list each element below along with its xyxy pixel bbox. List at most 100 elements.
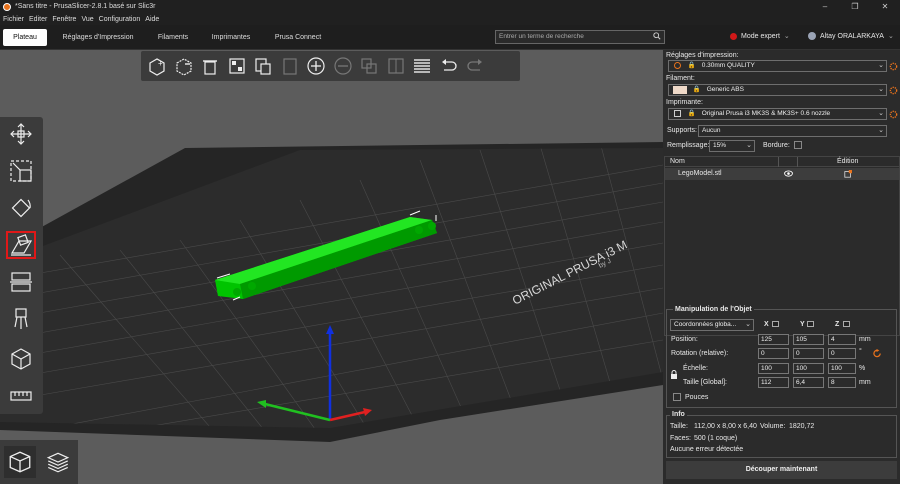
top-toolbar: +	[141, 51, 520, 81]
delete-all-button[interactable]	[199, 55, 221, 77]
menu-edit[interactable]: Editer	[29, 16, 47, 23]
minimize-button[interactable]: –	[810, 0, 840, 13]
menu-view[interactable]: Vue	[81, 16, 93, 23]
eye-icon[interactable]	[784, 170, 793, 177]
info-volume-label: Volume:	[760, 423, 786, 430]
info-facets-value: 500 (1 coque)	[694, 435, 738, 442]
preview-button[interactable]	[42, 446, 74, 478]
position-x-field[interactable]: 125	[758, 334, 789, 345]
menu-help[interactable]: Aide	[145, 16, 159, 23]
axis-z-label: Z	[835, 321, 840, 328]
gear-icon[interactable]	[889, 62, 898, 71]
scale-x-field[interactable]: 100	[758, 363, 789, 374]
seam-painting-tool-button[interactable]	[6, 345, 36, 373]
search-input[interactable]: Entrer un terme de recherche	[495, 30, 665, 44]
menu-window[interactable]: Fenêtre	[52, 16, 76, 23]
undo-button[interactable]	[438, 55, 460, 77]
axis-x-label: X	[764, 321, 769, 328]
lock-icon[interactable]	[670, 370, 678, 380]
list-item[interactable]: LegoModel.stl	[665, 168, 899, 180]
search-icon[interactable]	[653, 32, 661, 40]
paste-button[interactable]	[279, 55, 301, 77]
print-bed	[0, 148, 663, 428]
gear-icon[interactable]	[889, 86, 898, 95]
add-button[interactable]: +	[146, 55, 168, 77]
tab-prusa-connect[interactable]: Prusa Connect	[268, 29, 328, 46]
layers-icon	[414, 59, 430, 73]
scale-tool-button[interactable]	[6, 157, 36, 185]
coordinates-select[interactable]: Coordonnées globa... ⌄	[670, 319, 754, 331]
arrange-button[interactable]	[226, 55, 248, 77]
move-icon	[10, 123, 32, 145]
plus-circle-icon	[307, 57, 325, 75]
slice-now-button[interactable]: Découper maintenant	[666, 461, 897, 479]
rotation-y-field[interactable]: 0	[793, 348, 824, 359]
mode-selector[interactable]: Mode expert ⌄	[730, 32, 790, 40]
place-on-face-tool-button[interactable]	[6, 231, 36, 259]
copy-icon	[255, 58, 271, 75]
delete-button[interactable]	[173, 55, 195, 77]
column-edit[interactable]: Édition	[837, 158, 858, 165]
split-objects-button[interactable]	[358, 55, 380, 77]
scale-z-field[interactable]: 100	[828, 363, 856, 374]
expert-mode-icon	[730, 32, 737, 40]
cut-tool-button[interactable]	[6, 268, 36, 296]
info-size-label: Taille:	[670, 423, 688, 430]
position-y-field[interactable]: 105	[793, 334, 824, 345]
layers-editing-button[interactable]	[411, 55, 433, 77]
add-object-icon: +	[149, 58, 165, 76]
size-z-field[interactable]: 8	[828, 377, 856, 388]
brim-label: Bordure:	[763, 142, 790, 149]
app-icon	[3, 2, 11, 11]
tab-plater[interactable]: Plateau	[3, 29, 47, 46]
tab-print-settings[interactable]: Réglages d'Impression	[56, 29, 140, 46]
printer-select[interactable]: 🔒 Original Prusa i3 MK3S & MK3S+ 0.6 noz…	[668, 108, 887, 120]
supports-value: Aucun	[702, 127, 721, 134]
chevron-down-icon: ⌄	[878, 110, 884, 117]
support-painting-tool-button[interactable]	[6, 305, 36, 333]
edit-icon[interactable]	[844, 170, 852, 178]
split-parts-button[interactable]	[385, 55, 407, 77]
column-name[interactable]: Nom	[670, 158, 685, 165]
tab-filaments[interactable]: Filaments	[150, 29, 196, 46]
place-on-face-icon	[10, 234, 33, 256]
user-account[interactable]: Altay ORALARKAYA ⌄	[808, 32, 894, 40]
menu-configuration[interactable]: Configuration	[99, 16, 141, 23]
chevron-down-icon: ⌄	[878, 86, 884, 93]
window-controls: – ❐ ✕	[810, 0, 900, 13]
add-instance-button[interactable]	[305, 55, 327, 77]
size-x-field[interactable]: 112	[758, 377, 789, 388]
menu-file[interactable]: Fichier	[3, 16, 24, 23]
maximize-button[interactable]: ❐	[840, 0, 870, 13]
print-preset-select[interactable]: 🔒 0.30mm QUALITY ⌄	[668, 60, 887, 72]
size-y-field[interactable]: 6,4	[793, 377, 824, 388]
position-z-field[interactable]: 4	[828, 334, 856, 345]
trash-icon	[203, 60, 217, 75]
move-tool-button[interactable]	[6, 120, 36, 148]
redo-button[interactable]	[464, 55, 486, 77]
close-button[interactable]: ✕	[870, 0, 900, 13]
printer-icon	[674, 110, 681, 117]
position-label: Position:	[671, 336, 698, 343]
reset-rotation-icon[interactable]	[873, 349, 882, 358]
3d-viewport[interactable]: ORIGINAL PRUSA i3 M by J +	[0, 50, 663, 484]
brim-checkbox[interactable]	[794, 141, 802, 149]
filament-select[interactable]: 🔒 Generic ABS ⌄	[668, 84, 887, 96]
supports-select[interactable]: Aucun ⌄	[698, 125, 887, 137]
scale-y-field[interactable]: 100	[793, 363, 824, 374]
object-list-header: Nom Édition	[665, 157, 899, 167]
avatar	[808, 32, 816, 40]
3d-view-button[interactable]	[4, 446, 36, 478]
rotation-label: Rotation (relative):	[671, 350, 729, 357]
rotation-z-field[interactable]: 0	[828, 348, 856, 359]
copy-button[interactable]	[252, 55, 274, 77]
infill-label: Remplissage:	[667, 142, 710, 149]
rotate-tool-button[interactable]	[6, 194, 36, 222]
infill-select[interactable]: 15% ⌄	[709, 140, 755, 152]
rotation-x-field[interactable]: 0	[758, 348, 789, 359]
measure-tool-button[interactable]	[6, 382, 36, 410]
gear-icon[interactable]	[889, 110, 898, 119]
remove-instance-button[interactable]	[332, 55, 354, 77]
tab-printers[interactable]: Imprimantes	[205, 29, 257, 46]
inches-checkbox[interactable]	[673, 393, 681, 401]
